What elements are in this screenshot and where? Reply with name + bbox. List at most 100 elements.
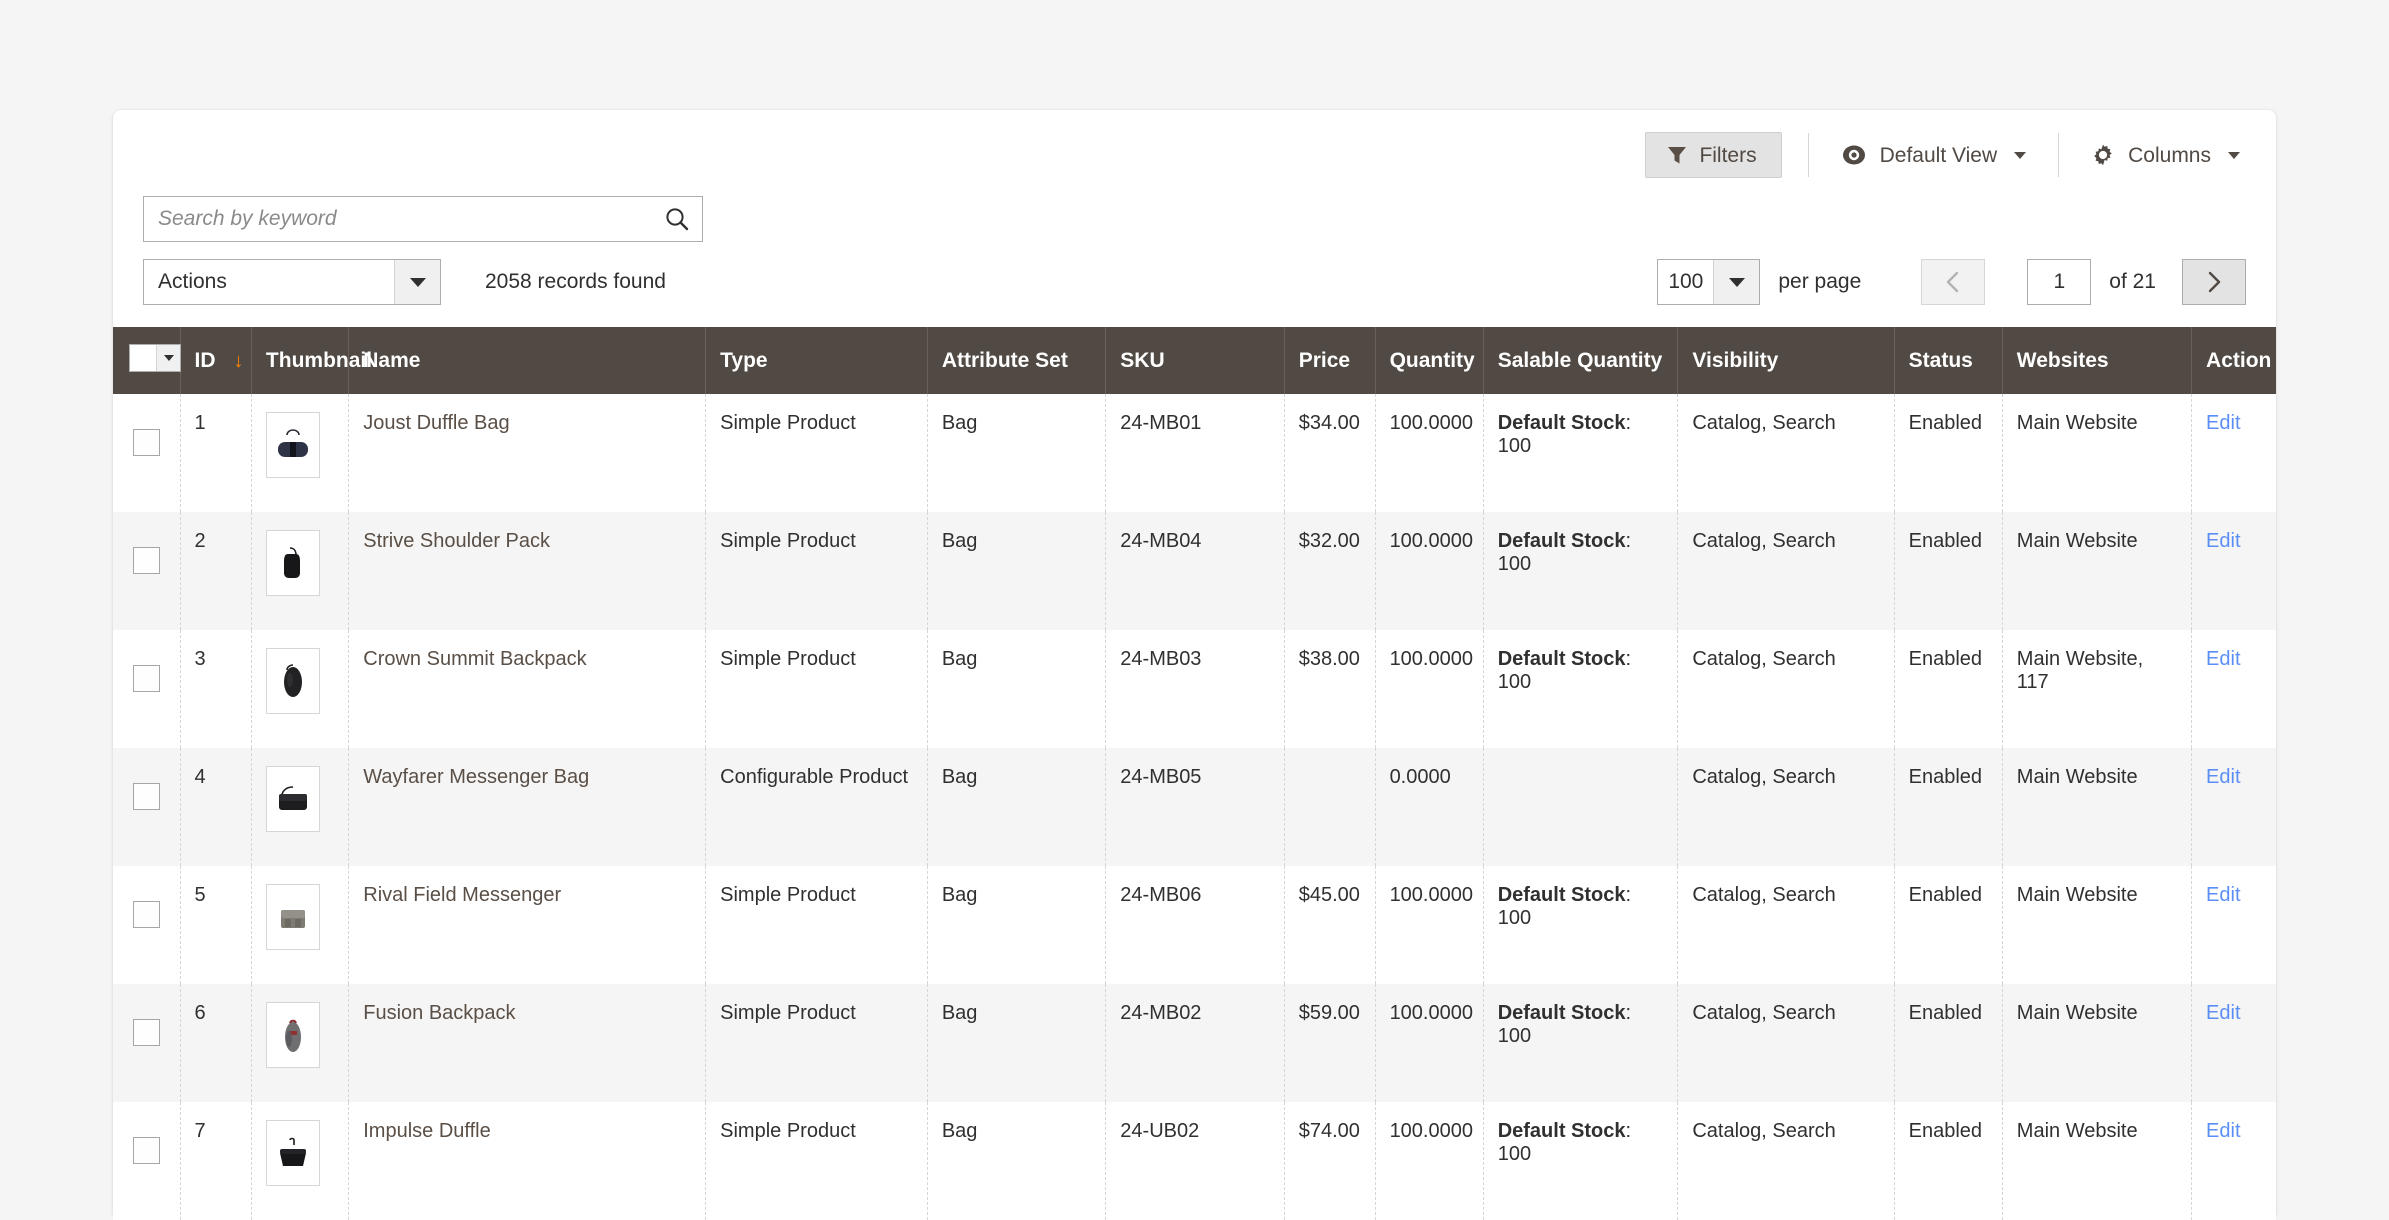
cell-id: 5 — [180, 866, 252, 984]
product-name[interactable]: Fusion Backpack — [363, 1002, 515, 1024]
cell-quantity: 100.0000 — [1375, 394, 1484, 512]
page-number-input[interactable] — [2027, 259, 2092, 305]
next-page-button[interactable] — [2182, 259, 2246, 305]
column-header-id-label: ID — [194, 348, 216, 372]
edit-link[interactable]: Edit — [2206, 1002, 2240, 1024]
per-page-select[interactable]: 100 — [1657, 259, 1761, 305]
cell-quantity: 100.0000 — [1375, 1102, 1484, 1220]
product-thumbnail[interactable] — [265, 766, 320, 832]
column-header-status[interactable]: Status — [1894, 327, 2003, 394]
cell-type: Simple Product — [705, 866, 928, 984]
cell-action: Edit — [2192, 630, 2276, 748]
edit-link[interactable]: Edit — [2206, 766, 2240, 788]
cell-thumbnail — [251, 1102, 350, 1220]
edit-link[interactable]: Edit — [2206, 1120, 2240, 1142]
cell-status: Enabled — [1894, 984, 2003, 1102]
cell-visibility: Catalog, Search — [1677, 748, 1895, 866]
search-icon — [664, 206, 690, 232]
edit-link[interactable]: Edit — [2206, 412, 2240, 434]
cell-quantity: 100.0000 — [1375, 866, 1484, 984]
edit-link[interactable]: Edit — [2206, 884, 2240, 906]
cell-thumbnail — [251, 512, 350, 630]
salable-stock-label: Default Stock — [1497, 412, 1626, 434]
column-header-websites[interactable]: Websites — [2002, 327, 2193, 394]
default-view-dropdown[interactable]: Default View — [1835, 134, 2033, 176]
row-checkbox[interactable] — [132, 783, 160, 810]
column-header-name[interactable]: Name — [348, 327, 707, 394]
column-header-thumbnail[interactable]: Thumbnail — [251, 327, 372, 394]
actions-select[interactable]: Actions — [143, 259, 441, 305]
row-checkbox[interactable] — [132, 429, 160, 456]
row-checkbox[interactable] — [132, 1019, 160, 1046]
product-thumbnail[interactable] — [265, 648, 320, 714]
edit-link[interactable]: Edit — [2206, 530, 2240, 552]
table-row: 1 Joust Duffle Bag Simple Product Bag 24-MB0… — [113, 394, 2276, 512]
per-page-label: per page — [1778, 270, 1862, 293]
table-row: 4 Wayfarer Messenger Bag Configurable Prod… — [113, 748, 2276, 866]
row-checkbox[interactable] — [132, 901, 160, 928]
column-header-attribute-set[interactable]: Attribute Set — [927, 327, 1107, 394]
column-header-sku[interactable]: SKU — [1105, 327, 1285, 394]
salable-stock-label: Default Stock — [1497, 884, 1626, 906]
column-header-type[interactable]: Type — [705, 327, 928, 394]
product-name[interactable]: Rival Field Messenger — [363, 884, 561, 906]
cell-salable-quantity: Default Stock: 100 — [1483, 984, 1679, 1102]
column-header-price[interactable]: Price — [1284, 327, 1376, 394]
select-all-header[interactable] — [113, 327, 181, 394]
row-checkbox[interactable] — [132, 1137, 160, 1164]
cell-attribute-set: Bag — [927, 630, 1107, 748]
product-name[interactable]: Strive Shoulder Pack — [363, 530, 550, 552]
chevron-down-icon — [394, 260, 440, 304]
search-button[interactable] — [658, 200, 696, 238]
cell-price: $59.00 — [1284, 984, 1376, 1102]
cell-websites: Main Website — [2002, 394, 2193, 512]
cell-price: $34.00 — [1284, 394, 1376, 512]
gear-icon — [2091, 143, 2115, 167]
cell-visibility: Catalog, Search — [1677, 512, 1895, 630]
product-name[interactable]: Crown Summit Backpack — [363, 648, 586, 670]
select-all-checkbox[interactable] — [130, 345, 156, 371]
edit-link[interactable]: Edit — [2206, 648, 2240, 670]
product-thumbnail[interactable] — [265, 412, 320, 478]
previous-page-button[interactable] — [1921, 259, 1986, 305]
column-header-action[interactable]: Action — [2191, 327, 2276, 394]
cell-name: Joust Duffle Bag — [348, 394, 707, 512]
select-all-dropdown[interactable] — [129, 344, 181, 372]
product-name[interactable]: Wayfarer Messenger Bag — [363, 766, 589, 788]
chevron-down-icon — [2014, 151, 2027, 159]
per-page-value: 100 — [1668, 270, 1704, 293]
row-checkbox[interactable] — [132, 547, 160, 574]
cell-name: Rival Field Messenger — [348, 866, 707, 984]
filters-button[interactable]: Filters — [1645, 132, 1782, 178]
row-select-cell — [113, 984, 181, 1102]
column-header-salable-quantity[interactable]: Salable Quantity — [1483, 327, 1679, 394]
cell-type: Configurable Product — [705, 748, 928, 866]
cell-quantity: 100.0000 — [1375, 630, 1484, 748]
table-header-row: ID ↓ Thumbnail Name Type Attribute Set SK… — [113, 327, 2276, 394]
row-select-cell — [113, 630, 181, 748]
product-thumbnail[interactable] — [265, 530, 320, 596]
column-header-quantity[interactable]: Quantity — [1375, 327, 1484, 394]
cell-attribute-set: Bag — [927, 1102, 1107, 1220]
product-thumbnail[interactable] — [265, 1120, 320, 1186]
cell-attribute-set: Bag — [927, 748, 1107, 866]
chevron-down-icon[interactable] — [156, 345, 180, 371]
cell-websites: Main Website — [2002, 512, 2193, 630]
chevron-left-icon — [1944, 270, 1962, 294]
row-checkbox[interactable] — [132, 665, 160, 692]
cell-thumbnail — [251, 748, 350, 866]
filter-icon — [1666, 144, 1688, 166]
cell-id: 1 — [180, 394, 252, 512]
product-thumbnail[interactable] — [265, 884, 320, 950]
cell-type: Simple Product — [705, 984, 928, 1102]
column-header-id[interactable]: ID ↓ — [180, 327, 252, 394]
columns-dropdown[interactable]: Columns — [2085, 133, 2246, 177]
product-thumbnail[interactable] — [265, 1002, 320, 1068]
cell-websites: Main Website — [2002, 748, 2193, 866]
cell-sku: 24-MB03 — [1105, 630, 1285, 748]
column-header-visibility[interactable]: Visibility — [1677, 327, 1895, 394]
product-name[interactable]: Joust Duffle Bag — [363, 412, 509, 434]
product-name[interactable]: Impulse Duffle — [363, 1120, 490, 1142]
search-input[interactable] — [144, 197, 702, 241]
table-row: 7 Impulse Duffle Simple Product Bag 24-UB02 $… — [113, 1102, 2276, 1220]
